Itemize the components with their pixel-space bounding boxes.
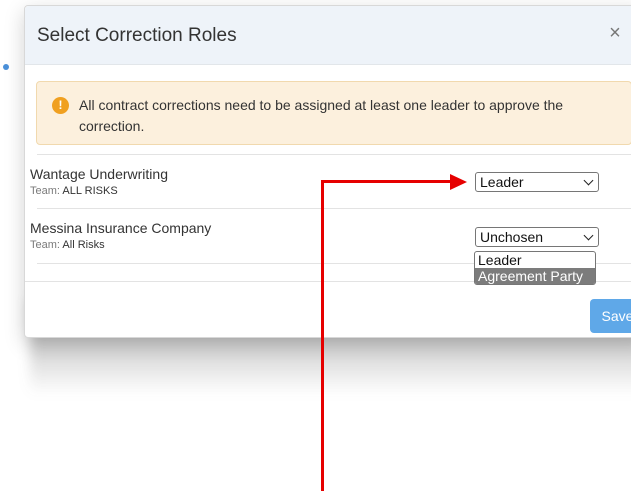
dropdown-option-agreement-party[interactable]: Agreement Party: [475, 268, 595, 284]
close-button[interactable]: ×: [605, 22, 625, 44]
party-name-wantage: Wantage Underwriting: [30, 166, 168, 182]
team-label: Team:: [30, 239, 60, 251]
party-name-messina: Messina Insurance Company: [30, 220, 212, 236]
background-dot: [3, 64, 9, 70]
role-select-value: Unchosen: [480, 229, 544, 245]
row-divider: [37, 154, 631, 155]
role-select-messina[interactable]: Unchosen: [475, 227, 599, 247]
team-label: Team:: [30, 185, 60, 197]
annotation-arrow-shaft: [321, 181, 324, 491]
role-dropdown-list: Leader Agreement Party: [474, 251, 596, 285]
modal-header: Select Correction Roles ×: [25, 6, 631, 65]
warning-alert: ! All contract corrections need to be as…: [36, 81, 631, 145]
annotation-arrowhead-icon: [450, 174, 467, 190]
dropdown-option-leader[interactable]: Leader: [475, 252, 595, 268]
role-select-wantage[interactable]: Leader: [475, 172, 599, 192]
role-select-value: Leader: [480, 174, 524, 190]
team-value: All Risks: [62, 239, 105, 251]
chevron-down-icon: [583, 175, 594, 186]
warning-icon: !: [52, 97, 69, 114]
correction-roles-modal: Select Correction Roles × ! All contract…: [24, 5, 631, 338]
save-button[interactable]: Save: [590, 299, 631, 333]
row-divider: [37, 208, 631, 209]
chevron-down-icon: [583, 230, 594, 241]
party-team-messina: Team: All Risks: [30, 239, 105, 251]
alert-text: All contract corrections need to be assi…: [79, 97, 564, 134]
annotation-arrow-branch: [321, 180, 452, 183]
party-team-wantage: Team: ALL RISKS: [30, 185, 118, 197]
team-value: ALL RISKS: [62, 185, 118, 197]
modal-title: Select Correction Roles: [37, 25, 237, 46]
